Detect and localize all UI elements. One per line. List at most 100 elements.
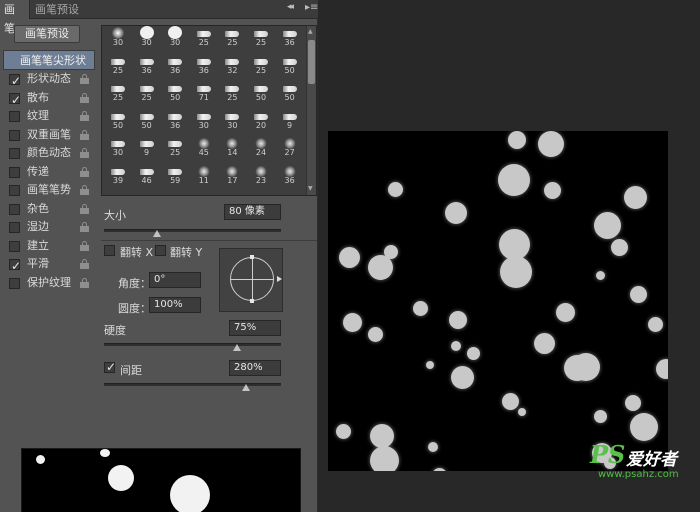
brush-option-item[interactable]: 建立: [3, 237, 95, 256]
lock-icon[interactable]: [80, 185, 89, 195]
lock-icon[interactable]: [80, 92, 89, 103]
brush-tip-cell[interactable]: 36: [161, 57, 189, 76]
brush-tip-cell[interactable]: 23: [247, 165, 275, 186]
flip-y-checkbox[interactable]: [155, 245, 166, 256]
brush-tip-cell[interactable]: 36: [161, 112, 189, 131]
option-checkbox[interactable]: [9, 129, 20, 141]
brush-tip-cell[interactable]: 27: [276, 138, 304, 158]
brush-tip-cell[interactable]: 36: [190, 57, 218, 76]
lock-icon[interactable]: [80, 240, 89, 251]
spacing-slider-knob[interactable]: [241, 384, 250, 391]
spacing-checkbox[interactable]: ✓: [104, 360, 116, 374]
lock-icon[interactable]: [80, 203, 89, 214]
brush-option-item[interactable]: ✓ 形状动态: [3, 70, 95, 89]
brush-tip-cell[interactable]: 50: [276, 84, 304, 103]
option-checkbox[interactable]: [9, 166, 20, 178]
size-slider-knob[interactable]: [153, 230, 162, 237]
option-checkbox[interactable]: ✓: [9, 92, 21, 107]
brush-option-item[interactable]: 保护纹理: [3, 274, 95, 293]
scroll-down-icon[interactable]: ▼: [308, 185, 313, 192]
lock-icon[interactable]: [80, 74, 89, 84]
panel-menu-icon[interactable]: ▸≡: [305, 2, 318, 13]
brush-tip-cell[interactable]: 25: [161, 139, 189, 158]
brush-tip-cell[interactable]: 45: [190, 138, 218, 158]
angle-field[interactable]: 0°: [149, 272, 201, 288]
lock-icon[interactable]: [80, 277, 89, 288]
option-checkbox[interactable]: [9, 240, 20, 252]
lock-icon[interactable]: [80, 111, 89, 121]
brush-tip-cell[interactable]: 9: [133, 139, 161, 158]
brush-tip-cell[interactable]: 30: [190, 112, 218, 131]
brush-tip-cell[interactable]: 30: [104, 139, 132, 158]
brush-tip-cell[interactable]: 30: [218, 112, 246, 131]
lock-icon[interactable]: [80, 148, 89, 158]
brush-tip-cell[interactable]: 25: [247, 29, 275, 48]
document-canvas[interactable]: [328, 131, 668, 471]
brush-tip-cell[interactable]: 17: [218, 165, 246, 186]
tab-brush[interactable]: 画笔: [0, 0, 30, 35]
brush-tip-cell[interactable]: 46: [133, 167, 161, 186]
spacing-field[interactable]: 280%: [229, 360, 281, 376]
brush-option-item[interactable]: 画笔笔势: [3, 181, 95, 200]
roundness-handle-top[interactable]: [250, 255, 254, 259]
brush-option-item[interactable]: 纹理: [3, 107, 95, 126]
brush-tip-cell[interactable]: 30: [104, 27, 132, 48]
brush-tip-cell[interactable]: 14: [218, 138, 246, 158]
option-checkbox[interactable]: [9, 148, 20, 159]
lock-icon[interactable]: [80, 166, 89, 177]
brush-tip-cell[interactable]: 59: [161, 167, 189, 186]
brush-presets-button[interactable]: 画笔预设: [14, 25, 80, 43]
brush-tip-cell[interactable]: 50: [276, 57, 304, 76]
brush-option-item[interactable]: 传递: [3, 163, 95, 182]
brush-tip-cell[interactable]: 20: [247, 112, 275, 131]
brush-tip-cell[interactable]: 30: [133, 26, 161, 48]
brush-tip-cell[interactable]: 50: [133, 112, 161, 131]
lock-icon[interactable]: [80, 129, 89, 140]
brush-tip-cell[interactable]: 50: [104, 112, 132, 131]
brush-tip-cell[interactable]: 36: [276, 29, 304, 48]
size-slider[interactable]: [104, 229, 281, 232]
brush-tip-cell[interactable]: 25: [133, 84, 161, 103]
collapse-panel-icon[interactable]: ◂◂: [287, 2, 294, 12]
brush-option-item[interactable]: ✓ 散布: [3, 89, 95, 108]
brush-tip-cell[interactable]: 36: [133, 57, 161, 76]
lock-icon[interactable]: [80, 259, 89, 269]
angle-arrow-icon[interactable]: [277, 276, 282, 282]
option-checkbox[interactable]: [9, 111, 20, 122]
brush-tip-cell[interactable]: 25: [218, 84, 246, 103]
hardness-field[interactable]: 75%: [229, 320, 281, 336]
roundness-handle-bottom[interactable]: [250, 299, 254, 303]
brush-tip-cell[interactable]: 36: [276, 165, 304, 186]
grid-scrollbar[interactable]: ▲ ▼: [306, 26, 316, 195]
scroll-up-icon[interactable]: ▲: [308, 28, 313, 35]
option-checkbox[interactable]: [9, 277, 20, 289]
option-checkbox[interactable]: [9, 185, 20, 196]
brush-option-item[interactable]: 湿边: [3, 218, 95, 237]
brush-option-item[interactable]: ✓ 平滑: [3, 255, 95, 274]
option-checkbox[interactable]: [9, 203, 20, 215]
brush-tip-cell[interactable]: 39: [104, 167, 132, 186]
roundness-field[interactable]: 100%: [149, 297, 201, 313]
angle-roundness-widget[interactable]: [219, 248, 283, 312]
brush-tip-cell[interactable]: 30: [161, 26, 189, 48]
brush-tip-cell[interactable]: 50: [247, 84, 275, 103]
option-checkbox[interactable]: ✓: [9, 259, 21, 273]
scroll-thumb[interactable]: [308, 40, 315, 84]
brush-tip-cell[interactable]: 24: [247, 138, 275, 158]
hardness-slider[interactable]: [104, 343, 281, 346]
spacing-slider[interactable]: [104, 383, 281, 386]
brush-tip-cell[interactable]: 50: [161, 84, 189, 103]
tab-brush-presets[interactable]: 画笔预设: [31, 0, 83, 19]
flip-x-checkbox[interactable]: [104, 245, 115, 256]
brush-tip-cell[interactable]: 71: [190, 84, 218, 103]
brush-tip-cell[interactable]: 25: [218, 29, 246, 48]
hardness-slider-knob[interactable]: [232, 344, 241, 351]
brush-option-item[interactable]: 双重画笔: [3, 126, 95, 145]
brush-tip-cell[interactable]: 25: [190, 29, 218, 48]
brush-tip-cell[interactable]: 11: [190, 165, 218, 186]
brush-tip-cell[interactable]: 32: [218, 57, 246, 76]
lock-icon[interactable]: [80, 222, 89, 232]
size-field[interactable]: 80 像素: [224, 204, 281, 220]
brush-tip-cell[interactable]: 25: [104, 57, 132, 76]
brush-tip-cell[interactable]: 25: [247, 57, 275, 76]
